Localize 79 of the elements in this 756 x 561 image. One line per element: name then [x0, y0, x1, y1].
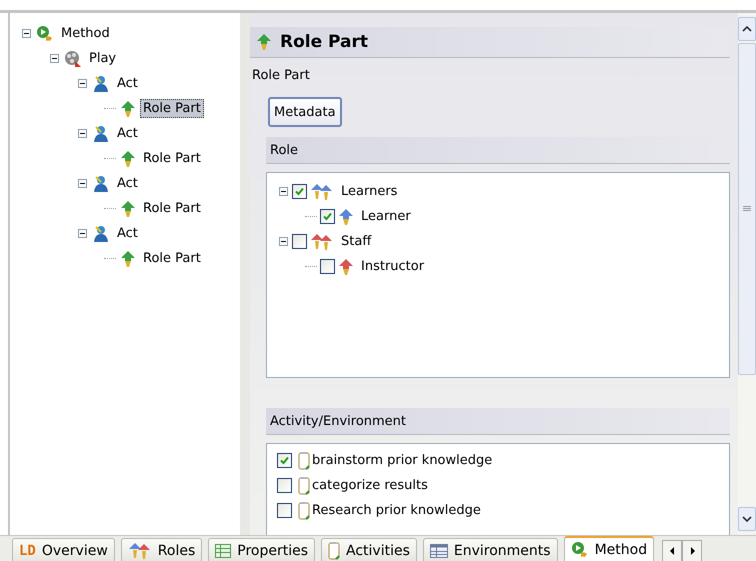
tree-item[interactable]: Act [114, 224, 141, 243]
pin-icon [120, 150, 136, 168]
collapse-toggle[interactable] [76, 179, 88, 188]
tree-item[interactable]: Play [86, 49, 120, 68]
pin-icon [120, 200, 136, 218]
section-title: Role [270, 142, 298, 158]
activity-label: brainstorm prior knowledge [312, 453, 492, 468]
pin-pair-icon [128, 542, 152, 560]
pin-icon [338, 258, 354, 276]
collapse-toggle[interactable] [76, 129, 88, 138]
checkbox[interactable] [292, 234, 307, 249]
person-icon [92, 174, 110, 192]
check-icon [294, 186, 305, 197]
collapse-toggle[interactable] [277, 187, 289, 196]
pin-pair-icon [310, 182, 334, 200]
scroll-up-button[interactable] [738, 17, 756, 41]
checkbox[interactable] [277, 478, 292, 493]
checkbox[interactable] [277, 503, 292, 518]
pin-icon [120, 100, 136, 118]
checkbox[interactable] [277, 453, 292, 468]
notepad-icon [298, 452, 310, 470]
tree-item[interactable]: Role Part [140, 199, 204, 218]
role-label: Learner [361, 209, 411, 224]
checkbox[interactable] [292, 184, 307, 199]
role-label: Staff [341, 234, 372, 249]
notepad-icon [298, 502, 310, 520]
role-label: Instructor [361, 259, 424, 274]
pin-icon [120, 250, 136, 268]
person-icon [92, 124, 110, 142]
person-icon [92, 74, 110, 92]
scroll-left-button[interactable] [662, 540, 682, 561]
role-label: Learners [341, 184, 398, 199]
check-icon [322, 211, 333, 222]
tree-item[interactable]: Role Part [140, 99, 204, 118]
scroll-thumb[interactable] [738, 43, 756, 375]
section-title: Activity/Environment [270, 414, 406, 428]
tree-item[interactable]: Act [114, 74, 141, 93]
tab[interactable]: Method [564, 536, 654, 561]
pin-icon [338, 208, 354, 226]
scroll-right-button[interactable] [682, 540, 702, 561]
collapse-toggle[interactable] [76, 229, 88, 238]
caret-up-icon [742, 26, 752, 32]
tree-item[interactable]: Act [114, 174, 141, 193]
metadata-button[interactable]: Metadata [268, 97, 342, 127]
logo-text: LD [19, 542, 36, 558]
caret-down-icon [742, 516, 752, 522]
notepad-icon [328, 542, 340, 560]
pin-pair-icon [310, 232, 334, 250]
table-icon [215, 544, 232, 558]
notepad-icon [298, 476, 310, 494]
collapse-toggle[interactable] [76, 79, 88, 88]
triangle-left-icon [670, 547, 675, 555]
activity-label: Research prior knowledge [312, 503, 481, 518]
scroll-down-button[interactable] [738, 507, 756, 531]
pin-icon [256, 33, 272, 51]
tab[interactable]: LD Overview [12, 538, 115, 561]
tab[interactable]: Activities [321, 538, 417, 561]
collapse-toggle[interactable] [48, 54, 60, 63]
tab[interactable]: Environments [422, 538, 558, 561]
triangle-right-icon [690, 547, 695, 555]
collapse-toggle[interactable] [20, 29, 32, 38]
checkbox[interactable] [320, 209, 335, 224]
person-icon [92, 224, 110, 242]
checkbox[interactable] [320, 259, 335, 274]
tree-item[interactable]: Role Part [140, 149, 204, 168]
tree-item[interactable]: Method [58, 24, 113, 43]
scrollbar[interactable] [738, 13, 756, 535]
tree-item[interactable]: Act [114, 124, 141, 143]
film-reel-icon [64, 50, 82, 68]
tab[interactable]: Properties [208, 538, 316, 561]
tab[interactable]: Roles [120, 538, 202, 561]
grip-icon [743, 206, 751, 212]
collapse-toggle[interactable] [277, 237, 289, 246]
tree-item[interactable]: Role Part [140, 249, 204, 268]
form-label: Role Part [252, 68, 311, 83]
editor-title: Role Part [280, 32, 368, 52]
table-icon [430, 544, 448, 558]
check-icon [279, 455, 290, 466]
activity-label: categorize results [312, 478, 428, 493]
